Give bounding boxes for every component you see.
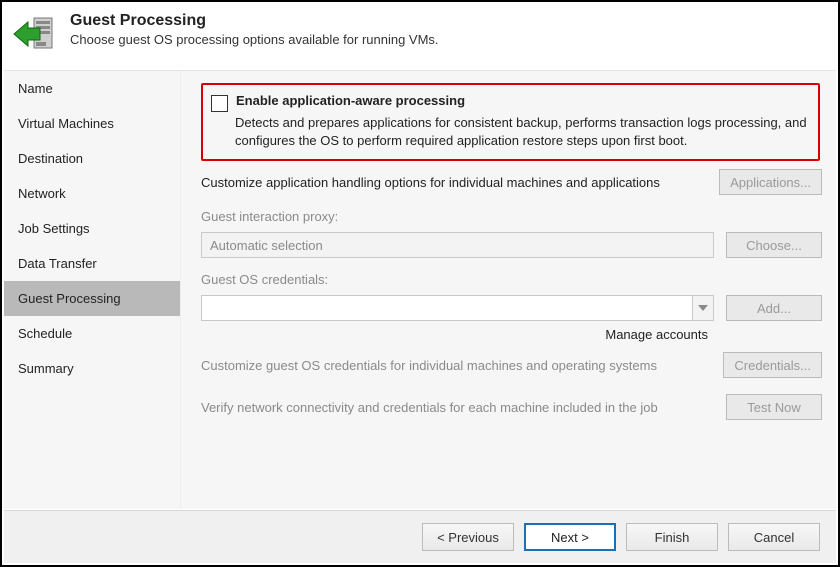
enable-app-aware-label: Enable application-aware processing bbox=[236, 93, 465, 108]
nav-step-name[interactable]: Name bbox=[4, 71, 180, 106]
nav-step-virtual-machines[interactable]: Virtual Machines bbox=[4, 106, 180, 141]
guest-proxy-input[interactable] bbox=[201, 232, 714, 258]
page-subtitle: Choose guest OS processing options avail… bbox=[70, 32, 439, 47]
nav-step-schedule[interactable]: Schedule bbox=[4, 316, 180, 351]
wizard-content: Enable application-aware processing Dete… bbox=[181, 71, 836, 509]
nav-step-destination[interactable]: Destination bbox=[4, 141, 180, 176]
enable-app-aware-description: Detects and prepares applications for co… bbox=[235, 114, 808, 149]
page-title: Guest Processing bbox=[70, 12, 439, 30]
wizard-steps-nav: Name Virtual Machines Destination Networ… bbox=[4, 71, 181, 509]
guest-creds-combobox[interactable] bbox=[201, 295, 714, 321]
add-creds-button[interactable]: Add... bbox=[726, 295, 822, 321]
wizard-body: Name Virtual Machines Destination Networ… bbox=[4, 70, 836, 509]
choose-proxy-button[interactable]: Choose... bbox=[726, 232, 822, 258]
nav-step-network[interactable]: Network bbox=[4, 176, 180, 211]
enable-app-aware-checkbox[interactable] bbox=[211, 95, 228, 112]
manage-accounts-link[interactable]: Manage accounts bbox=[605, 327, 708, 342]
credentials-button[interactable]: Credentials... bbox=[723, 352, 822, 378]
chevron-down-icon[interactable] bbox=[692, 295, 714, 321]
previous-button[interactable]: < Previous bbox=[422, 523, 514, 551]
finish-button[interactable]: Finish bbox=[626, 523, 718, 551]
test-now-button[interactable]: Test Now bbox=[726, 394, 822, 420]
cancel-button[interactable]: Cancel bbox=[728, 523, 820, 551]
wizard-window: Guest Processing Choose guest OS process… bbox=[0, 0, 840, 567]
guest-processing-icon bbox=[12, 12, 56, 56]
nav-step-job-settings[interactable]: Job Settings bbox=[4, 211, 180, 246]
applications-button[interactable]: Applications... bbox=[719, 169, 822, 195]
guest-creds-label: Guest OS credentials: bbox=[201, 272, 822, 287]
guest-proxy-label: Guest interaction proxy: bbox=[201, 209, 822, 224]
next-button[interactable]: Next > bbox=[524, 523, 616, 551]
verify-connectivity-text: Verify network connectivity and credenti… bbox=[201, 400, 714, 415]
enable-app-aware-section: Enable application-aware processing Dete… bbox=[201, 83, 820, 161]
nav-step-guest-processing[interactable]: Guest Processing bbox=[4, 281, 180, 316]
customize-creds-text: Customize guest OS credentials for indiv… bbox=[201, 358, 711, 373]
wizard-footer: < Previous Next > Finish Cancel bbox=[4, 510, 836, 563]
nav-step-data-transfer[interactable]: Data Transfer bbox=[4, 246, 180, 281]
wizard-header: Guest Processing Choose guest OS process… bbox=[2, 2, 838, 62]
nav-step-summary[interactable]: Summary bbox=[4, 351, 180, 386]
customize-app-text: Customize application handling options f… bbox=[201, 175, 707, 190]
